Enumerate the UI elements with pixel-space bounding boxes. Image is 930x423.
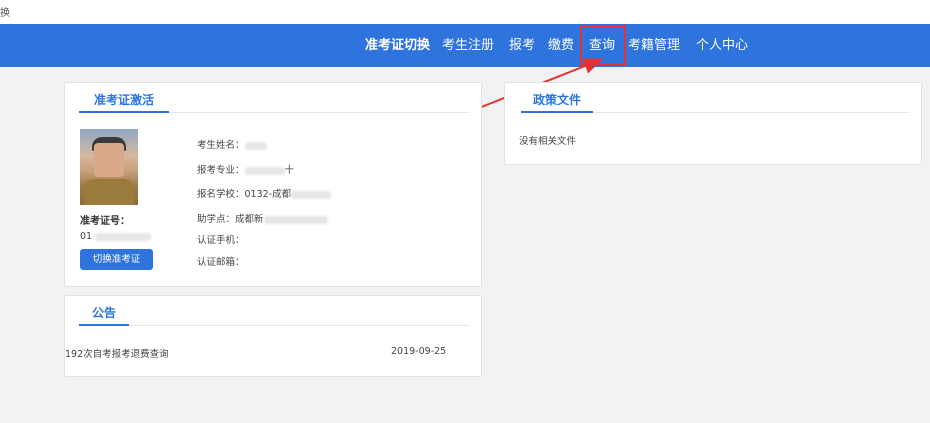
notice-card: 公告 192次自考报考退费查询 2019-09-25	[64, 295, 482, 377]
divider	[129, 325, 469, 326]
switch-ticket-button[interactable]: 切换准考证	[80, 249, 153, 270]
divider	[169, 112, 469, 113]
student-name-row: 考生姓名：	[197, 137, 267, 151]
user-photo	[80, 129, 138, 205]
major-row: 报考专业：十	[197, 165, 295, 176]
top-strip: 换	[0, 0, 930, 24]
email-row: 认证邮箱：	[197, 257, 245, 268]
top-navbar: 准考证切换 考生注册 报考 缴费 查询 考籍管理 个人中心	[0, 24, 930, 67]
nav-item-personal-center[interactable]: 个人中心	[696, 24, 748, 67]
ticket-number-value: 01	[80, 231, 152, 242]
ticket-number-label: 准考证号：	[80, 216, 130, 227]
nav-item-apply[interactable]: 报考	[509, 24, 535, 67]
policy-empty-text: 没有相关文件	[519, 136, 577, 147]
assist-point-row: 助学点：成都新	[197, 211, 328, 225]
notice-item-date: 2019-09-25	[391, 346, 447, 357]
top-strip-glyph: 换	[0, 8, 10, 19]
nav-item-payment[interactable]: 缴费	[548, 24, 574, 67]
nav-item-register[interactable]: 考生注册	[442, 24, 494, 67]
notice-card-title: 公告	[79, 304, 129, 326]
policy-card: 政策文件 没有相关文件	[504, 82, 922, 165]
nav-item-records[interactable]: 考籍管理	[628, 24, 680, 67]
notice-item-title[interactable]: 192次自考报考退费查询	[65, 346, 169, 360]
divider	[593, 112, 909, 113]
highlight-callout-box	[580, 25, 626, 66]
policy-card-title: 政策文件	[521, 91, 593, 113]
nav-item-ticket-switch[interactable]: 准考证切换	[365, 24, 430, 67]
ticket-card-title: 准考证激活	[79, 91, 169, 113]
phone-row: 认证手机：	[197, 235, 245, 246]
school-row: 报名学校：0132-成都	[197, 186, 332, 200]
